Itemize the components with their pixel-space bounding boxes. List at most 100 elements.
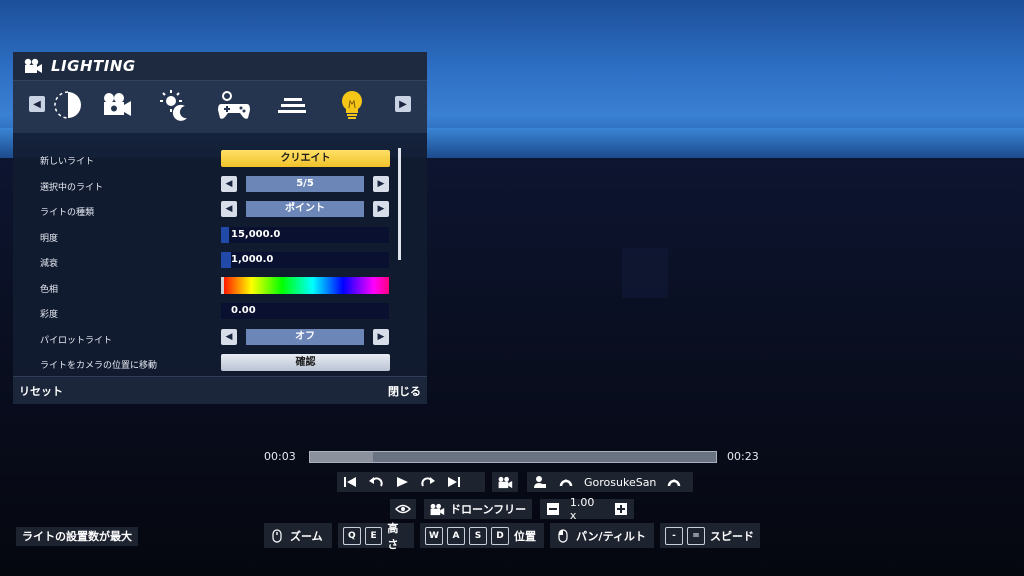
key-d: D	[491, 526, 509, 545]
status-message: ライトの設置数が最大	[16, 527, 138, 546]
saturation-slider[interactable]: 0.00	[221, 303, 389, 319]
current-time: 00:03	[264, 450, 296, 463]
pilot-light-value: オフ	[246, 329, 364, 345]
row-pilot-light: パイロットライト ◀ オフ ▶	[13, 327, 427, 347]
row-label: 減衰	[40, 259, 59, 269]
key-minus: -	[665, 526, 683, 545]
total-time: 00:23	[727, 450, 759, 463]
timeline-progress	[310, 452, 373, 462]
weather-icon[interactable]	[158, 88, 192, 122]
prev-player-icon[interactable]	[553, 472, 579, 492]
film-camera-icon	[492, 472, 518, 492]
brightness-slider[interactable]: 15,000.0	[221, 227, 389, 243]
pilot-light-next-button[interactable]: ▶	[373, 329, 389, 345]
settings-list: 新しいライト クリエイト 選択中のライト ◀ 5/5 ▶ ライトの種類 ◀ ポイ…	[13, 142, 427, 374]
rewind-icon[interactable]	[363, 472, 389, 492]
row-label: 色相	[40, 285, 59, 295]
pilot-light-prev-button[interactable]: ◀	[221, 329, 237, 345]
speed-hint: - = スピード	[660, 523, 760, 548]
camera-mode-selector[interactable]: ドローンフリー	[424, 499, 532, 519]
player-name: GorosukeSan	[584, 475, 657, 489]
height-label: 高さ	[387, 521, 399, 551]
create-light-button[interactable]: クリエイト	[221, 150, 390, 167]
move-to-camera-button[interactable]: 確認	[221, 354, 390, 371]
selected-light-value: 5/5	[246, 176, 364, 192]
controller-settings-icon[interactable]	[217, 88, 251, 122]
brightness-value: 15,000.0	[231, 229, 281, 240]
pan-tilt-hint: パン/ティルト	[550, 523, 654, 548]
skip-end-icon[interactable]	[441, 472, 467, 492]
light-type-next-button[interactable]: ▶	[373, 201, 389, 217]
film-camera-icon	[424, 499, 450, 519]
height-hint: Q E 高さ	[338, 522, 414, 551]
selected-light-next-button[interactable]: ▶	[373, 176, 389, 192]
slider-fill	[221, 252, 231, 268]
mouse-wheel-icon	[264, 526, 290, 546]
minus-icon[interactable]	[540, 499, 566, 519]
speed-value: 1.00 x	[569, 496, 595, 522]
time-of-day-icon[interactable]	[51, 88, 85, 122]
lighting-panel: LIGHTING ◀ ▶ 新しいライト クリエイト 選択中のライト ◀ 5/5 …	[13, 52, 427, 404]
row-label: パイロットライト	[40, 336, 113, 346]
speed-label: スピード	[710, 529, 754, 543]
row-attenuation: 減衰 1,000.0	[13, 250, 427, 270]
mouse-icon	[550, 526, 576, 546]
reset-button[interactable]: リセット	[19, 383, 63, 399]
selected-light-prev-button[interactable]: ◀	[221, 176, 237, 192]
zoom-hint: ズーム	[264, 523, 332, 548]
camera-button[interactable]	[492, 472, 518, 492]
panel-header: LIGHTING	[13, 52, 427, 80]
close-button[interactable]: 閉じる	[388, 383, 421, 399]
scrollbar[interactable]	[398, 148, 401, 260]
visibility-button[interactable]	[390, 499, 416, 519]
row-label: 選択中のライト	[40, 183, 104, 193]
pan-tilt-label: パン/ティルト	[576, 529, 646, 543]
row-selected-light: 選択中のライト ◀ 5/5 ▶	[13, 174, 427, 194]
row-label: 明度	[40, 234, 59, 244]
panel-footer: リセット 閉じる	[13, 376, 427, 404]
key-a: A	[447, 526, 465, 545]
light-type-prev-button[interactable]: ◀	[221, 201, 237, 217]
scene-cube	[622, 248, 668, 298]
next-player-icon[interactable]	[661, 472, 687, 492]
speed-control: 1.00 x	[540, 496, 634, 522]
hue-slider[interactable]	[221, 277, 389, 294]
row-move-to-camera: ライトをカメラの位置に移動 確認	[13, 352, 427, 372]
eye-icon	[390, 499, 416, 519]
camera-mode: ドローンフリー	[450, 503, 527, 516]
forward-icon[interactable]	[415, 472, 441, 492]
tab-prev-button[interactable]: ◀	[29, 96, 45, 112]
film-camera-icon	[24, 58, 42, 73]
player-icon[interactable]	[527, 472, 553, 492]
row-light-type: ライトの種類 ◀ ポイント ▶	[13, 199, 427, 219]
key-w: W	[425, 526, 443, 545]
filter-icon[interactable]	[275, 88, 309, 122]
row-label: ライトの種類	[40, 208, 95, 218]
play-icon[interactable]	[389, 472, 415, 492]
tab-next-button[interactable]: ▶	[395, 96, 411, 112]
light-type-value: ポイント	[246, 201, 364, 217]
key-s: S	[469, 526, 487, 545]
attenuation-slider[interactable]: 1,000.0	[221, 252, 389, 268]
panel-title: LIGHTING	[51, 57, 136, 75]
row-hue: 色相	[13, 275, 427, 295]
light-bulb-icon[interactable]	[335, 88, 369, 122]
row-new-light: 新しいライト クリエイト	[13, 144, 427, 167]
zoom-label: ズーム	[290, 529, 323, 543]
timeline-scrubber[interactable]	[309, 451, 717, 463]
attenuation-value: 1,000.0	[231, 254, 274, 265]
camera-settings-icon[interactable]	[100, 88, 134, 122]
row-saturation: 彩度 0.00	[13, 301, 427, 321]
skip-start-icon[interactable]	[337, 472, 363, 492]
row-label: ライトをカメラの位置に移動	[40, 361, 158, 371]
row-label: 彩度	[40, 310, 59, 320]
plus-icon[interactable]	[608, 499, 634, 519]
slider-fill	[221, 227, 229, 243]
saturation-value: 0.00	[231, 305, 256, 316]
key-e: E	[364, 526, 383, 545]
player-selector: GorosukeSan	[527, 472, 693, 492]
position-hint: W A S D 位置	[420, 523, 544, 548]
hue-knob[interactable]	[221, 277, 224, 294]
row-label: 新しいライト	[40, 157, 95, 167]
key-equals: =	[687, 526, 705, 545]
